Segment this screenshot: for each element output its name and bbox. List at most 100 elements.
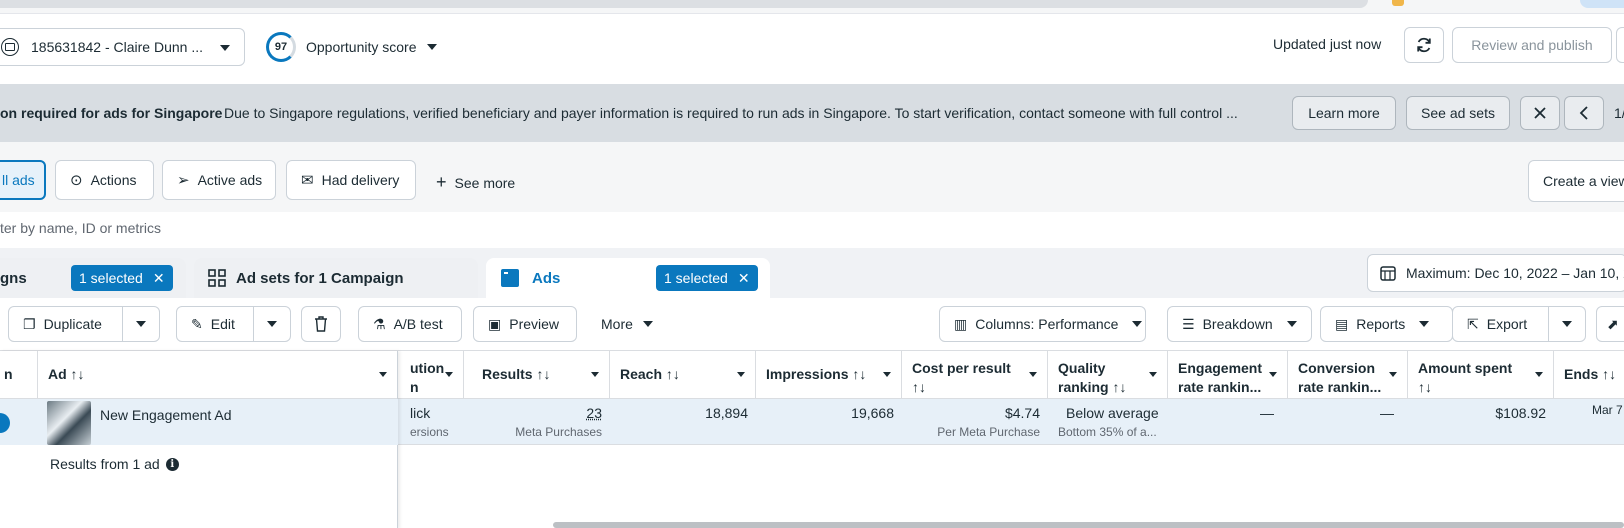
- header-results[interactable]: Results ↑↓: [464, 351, 610, 399]
- campaigns-chip-label: 1 selected: [79, 270, 143, 286]
- chart-button[interactable]: ⬈: [1596, 306, 1624, 342]
- columns-button[interactable]: ▥ Columns: Performance: [939, 306, 1146, 342]
- ad-name[interactable]: New Engagement Ad: [100, 407, 232, 423]
- opportunity-score-button[interactable]: 97 Opportunity score: [266, 32, 437, 62]
- opportunity-score-ring: 97: [266, 32, 296, 62]
- actions-filter[interactable]: ⊙ Actions: [55, 160, 154, 200]
- close-icon[interactable]: ✕: [153, 270, 165, 287]
- chevron-down-icon: [1269, 372, 1277, 377]
- results-value[interactable]: 23: [472, 405, 602, 421]
- header-cost-per-result[interactable]: Cost per result ↑↓: [902, 351, 1048, 399]
- had-delivery-filter[interactable]: ✉ Had delivery: [286, 160, 416, 200]
- close-icon[interactable]: ✕: [738, 270, 750, 287]
- header-impressions[interactable]: Impressions ↑↓: [756, 351, 902, 399]
- account-selector[interactable]: 185631842 - Claire Dunn ...: [0, 28, 245, 66]
- header-amount-spent[interactable]: Amount spent ↑↓: [1408, 351, 1554, 399]
- reports-button[interactable]: ▤ Reports: [1320, 306, 1453, 342]
- banner-pager: 1/: [1614, 105, 1624, 121]
- cell-conversion-ranking: —: [1288, 399, 1402, 445]
- header-impressions-label: Impressions ↑↓: [766, 366, 866, 382]
- header-ends[interactable]: Ends ↑↓: [1554, 351, 1624, 399]
- chevron-down-icon: [1287, 321, 1297, 327]
- header-reach[interactable]: Reach ↑↓: [610, 351, 756, 399]
- frozen-columns-panel: New Engagement Ad Results from 1 ad i: [0, 351, 398, 528]
- chevron-down-icon: [427, 44, 437, 50]
- header-attribution[interactable]: ution n: [398, 351, 464, 399]
- info-icon[interactable]: i: [166, 458, 179, 471]
- filter-bar: ll ads ⊙ Actions ➢ Active ads ✉ Had deli…: [0, 142, 1624, 212]
- review-and-publish-button[interactable]: Review and publish: [1452, 27, 1612, 63]
- quality-sub: Bottom 35% of a...: [1058, 425, 1160, 439]
- header-ends-label: Ends ↑↓: [1564, 366, 1616, 382]
- duplicate-dropdown[interactable]: [122, 306, 160, 342]
- ad-thumbnail[interactable]: [47, 401, 91, 445]
- tab-ads[interactable]: Ads 1 selected ✕: [486, 258, 770, 298]
- tab-ad-sets[interactable]: Ad sets for 1 Campaign: [194, 258, 478, 298]
- spent-value: $108.92: [1416, 405, 1546, 421]
- export-dropdown[interactable]: [1548, 306, 1586, 342]
- results-sub: Meta Purchases: [472, 425, 602, 439]
- cell-amount-spent: $108.92: [1408, 399, 1554, 445]
- plus-icon: +: [436, 172, 447, 192]
- tab-campaigns[interactable]: gns 1 selected ✕: [0, 258, 186, 298]
- close-banner-button[interactable]: [1520, 96, 1560, 130]
- chevron-left-icon: [1579, 106, 1589, 120]
- ab-test-button[interactable]: ⚗ A/B test: [358, 306, 462, 342]
- edit-button[interactable]: ✎ Edit: [176, 306, 254, 342]
- edit-dropdown[interactable]: [253, 306, 291, 342]
- account-label: 185631842 - Claire Dunn ...: [31, 39, 203, 55]
- chevron-down-icon: [883, 372, 891, 377]
- cell-attribution: lick ersions: [398, 399, 464, 445]
- send-icon: ➢: [177, 171, 190, 189]
- learn-more-button[interactable]: Learn more: [1292, 96, 1396, 130]
- create-view-button[interactable]: Create a view: [1528, 160, 1624, 202]
- notification-icon[interactable]: [1392, 0, 1404, 6]
- campaigns-selected-chip[interactable]: 1 selected ✕: [71, 265, 173, 291]
- banner-prev-button[interactable]: [1564, 96, 1604, 130]
- active-ads-filter[interactable]: ➢ Active ads: [162, 160, 276, 200]
- chevron-down-icon: [1132, 321, 1142, 327]
- header-quality-line1: Quality: [1058, 359, 1157, 378]
- impressions-value: 19,668: [764, 405, 894, 421]
- header-reach-label: Reach ↑↓: [620, 366, 680, 382]
- ads-selected-chip[interactable]: 1 selected ✕: [656, 265, 758, 291]
- delete-button[interactable]: [301, 306, 341, 342]
- account-icon: [1, 38, 19, 56]
- date-range-picker[interactable]: Maximum: Dec 10, 2022 – Jan 10, 2023: [1367, 254, 1624, 292]
- results-footer: Results from 1 ad i: [50, 456, 179, 472]
- see-ad-sets-button[interactable]: See ad sets: [1406, 96, 1510, 130]
- more-button[interactable]: More: [601, 316, 653, 332]
- more-header-button[interactable]: [1616, 27, 1624, 63]
- copy-icon: ❐: [23, 316, 36, 333]
- header-engagement-ranking[interactable]: Engagement rate rankin...: [1168, 351, 1288, 399]
- cell-engagement-ranking: —: [1168, 399, 1282, 445]
- close-icon: [1533, 106, 1547, 120]
- cell-reach: 18,894: [610, 399, 756, 445]
- see-more-label: See more: [455, 175, 516, 191]
- chevron-down-icon: [136, 321, 146, 327]
- active-ads-label: Active ads: [198, 172, 263, 188]
- banner-title: on required for ads for Singapore: [0, 105, 222, 121]
- breakdown-label: Breakdown: [1203, 316, 1273, 332]
- search-bar[interactable]: ter by name, ID or metrics: [0, 212, 1624, 248]
- chevron-down-icon: [1389, 372, 1397, 377]
- horizontal-scrollbar[interactable]: [553, 522, 1624, 528]
- header-quality-ranking[interactable]: Quality ranking ↑↓: [1048, 351, 1168, 399]
- ads-chip-label: 1 selected: [664, 270, 728, 286]
- cell-quality-ranking: Below average Bottom 35% of a...: [1048, 399, 1168, 445]
- columns-icon: ▥: [954, 316, 967, 333]
- top-scrollbar[interactable]: [0, 0, 1368, 8]
- chevron-down-icon: [1419, 321, 1429, 327]
- export-button[interactable]: ⇱ Export: [1452, 306, 1549, 342]
- profile-tab[interactable]: [1580, 0, 1624, 8]
- all-ads-filter[interactable]: ll ads: [0, 160, 46, 200]
- preview-button[interactable]: ▣ Preview: [473, 306, 577, 342]
- search-placeholder: ter by name, ID or metrics: [0, 220, 161, 236]
- see-more-filters-button[interactable]: + See more: [436, 172, 515, 193]
- image-icon: ▣: [488, 316, 501, 333]
- header-conversion-ranking[interactable]: Conversion rate rankin...: [1288, 351, 1408, 399]
- refresh-button[interactable]: [1404, 27, 1444, 63]
- breakdown-button[interactable]: ☰ Breakdown: [1167, 306, 1312, 342]
- chevron-down-icon: [445, 372, 453, 377]
- duplicate-button[interactable]: ❐ Duplicate: [8, 306, 124, 342]
